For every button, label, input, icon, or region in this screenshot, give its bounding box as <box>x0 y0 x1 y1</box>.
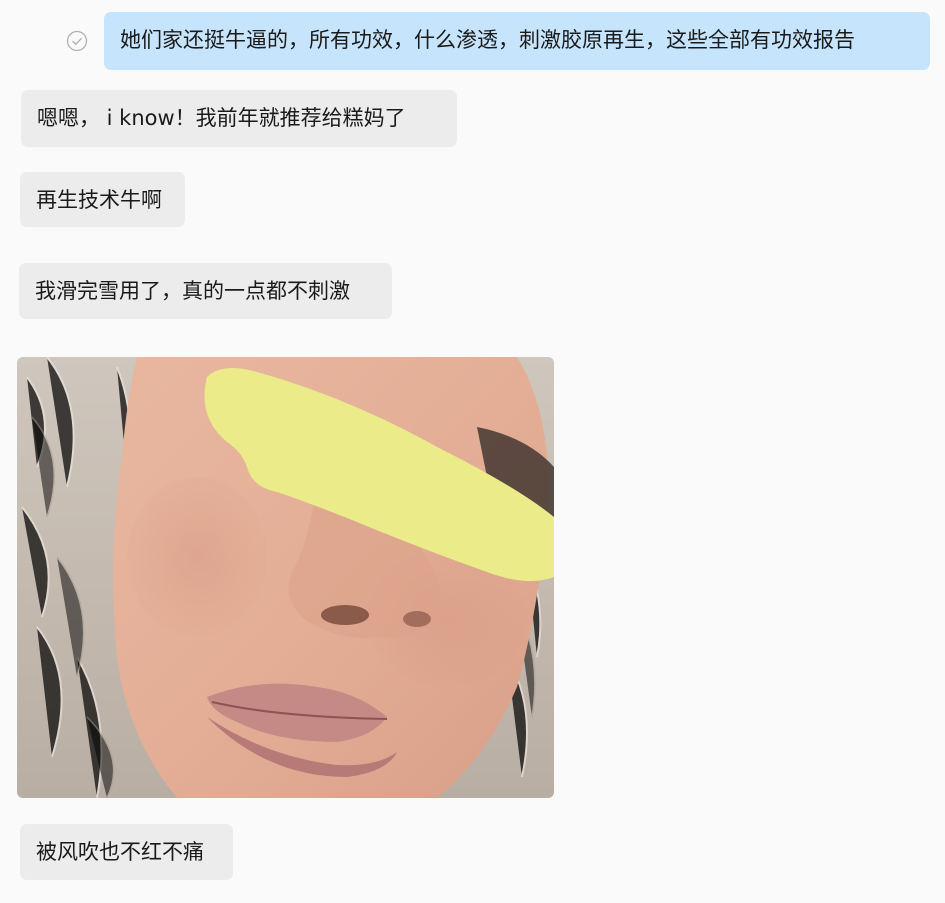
message-text: 再生技术牛啊 <box>36 188 162 212</box>
read-check-icon <box>66 30 88 52</box>
message-text: 被风吹也不红不痛 <box>36 840 204 864</box>
face-photo-image <box>17 357 554 798</box>
incoming-message-bubble[interactable]: 我滑完雪用了，真的一点都不刺激 <box>19 263 392 319</box>
message-text: 嗯嗯， i know！我前年就推荐给糕妈了 <box>37 106 406 130</box>
outgoing-message-bubble[interactable]: 她们家还挺牛逼的，所有功效，什么渗透，刺激胶原再生，这些全部有功效报告 <box>104 12 930 70</box>
incoming-message-bubble[interactable]: 被风吹也不红不痛 <box>20 824 233 880</box>
message-text: 我滑完雪用了，真的一点都不刺激 <box>35 279 350 303</box>
message-text: 她们家还挺牛逼的，所有功效，什么渗透，刺激胶原再生，这些全部有功效报告 <box>120 28 855 52</box>
photo-message[interactable] <box>17 357 554 798</box>
incoming-message-bubble[interactable]: 再生技术牛啊 <box>20 172 185 227</box>
incoming-message-bubble[interactable]: 嗯嗯， i know！我前年就推荐给糕妈了 <box>21 90 457 147</box>
